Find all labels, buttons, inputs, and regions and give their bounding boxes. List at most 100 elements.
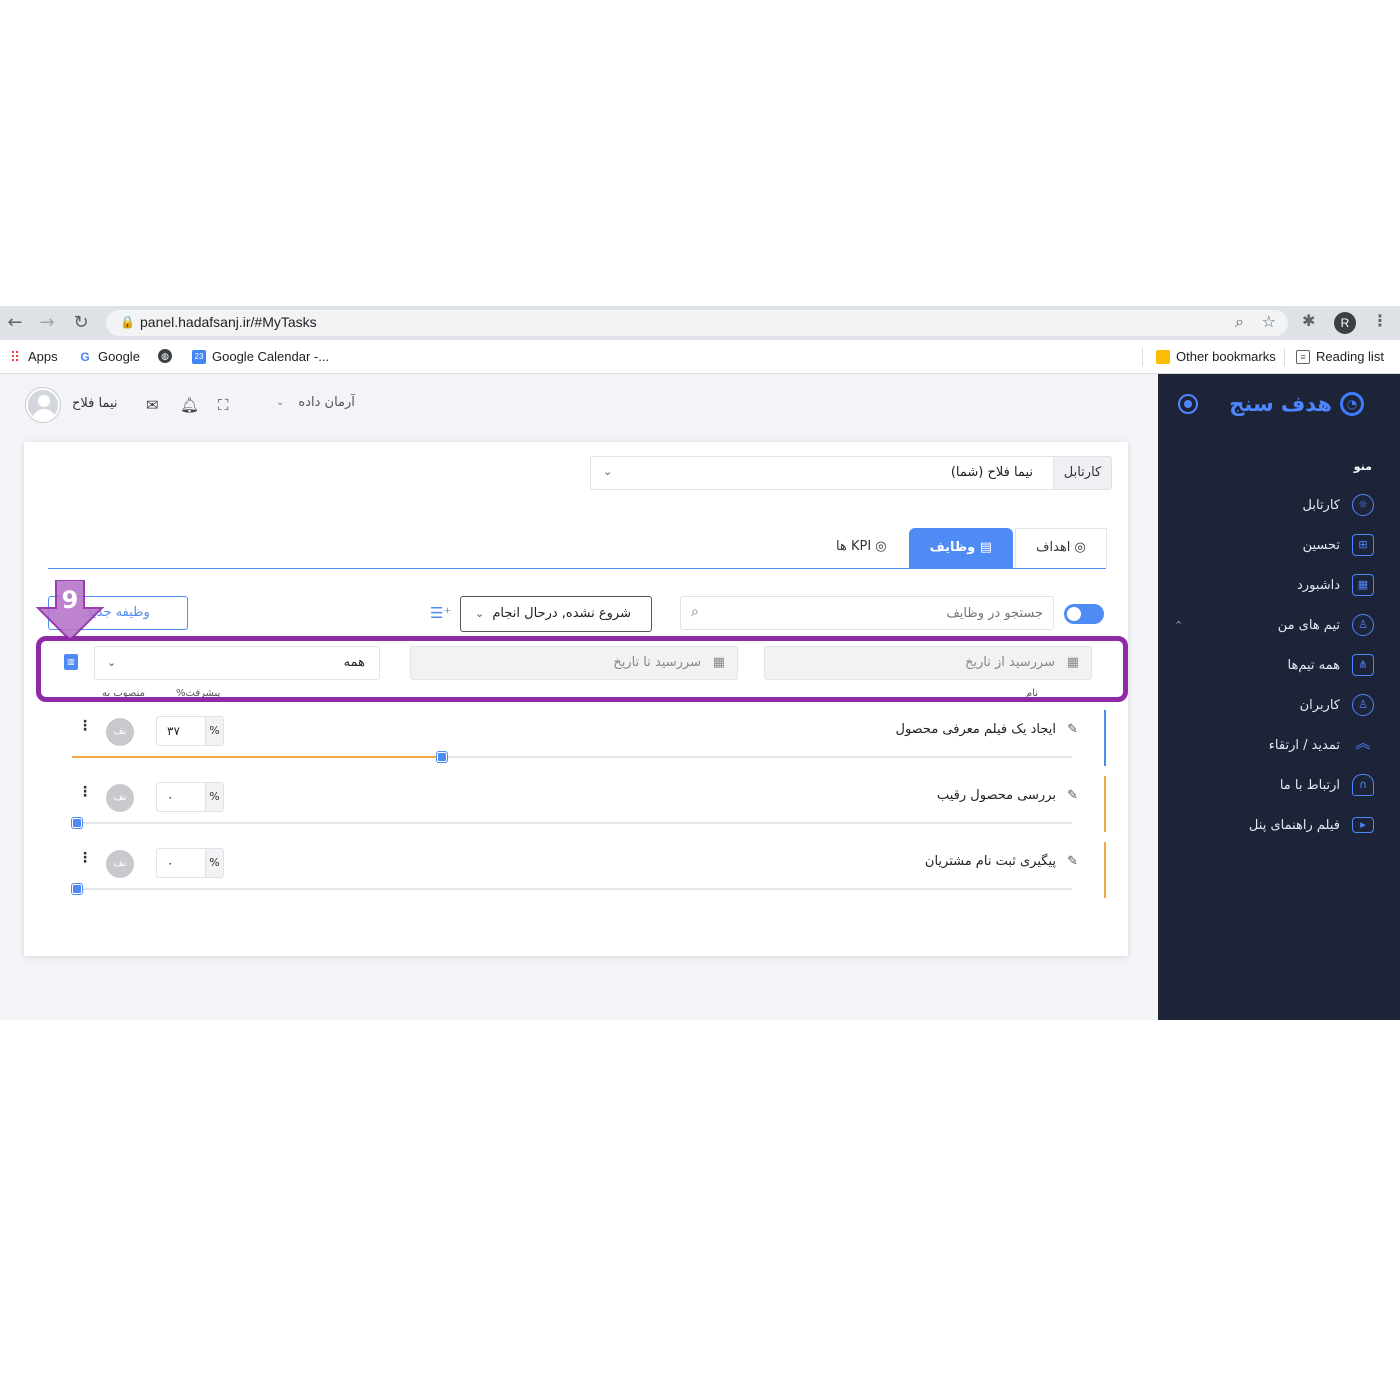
- chevron-up-icon[interactable]: ⌃: [1174, 619, 1183, 632]
- menu-title: منو: [1353, 460, 1372, 473]
- calendar-icon: 23: [192, 349, 206, 364]
- profile-avatar[interactable]: R: [1334, 312, 1356, 334]
- tab-underline: [48, 568, 1106, 569]
- progress-fill: [72, 756, 442, 758]
- task-name[interactable]: پیگیری ثبت نام مشتریان: [925, 854, 1056, 869]
- more-options-icon[interactable]: ⋮: [78, 718, 92, 734]
- google-icon: G: [80, 349, 90, 364]
- user-name[interactable]: نیما فلاح: [72, 396, 118, 411]
- reading-list-icon: ≡: [1296, 349, 1310, 364]
- url-text[interactable]: panel.hadafsanj.ir/#MyTasks: [140, 314, 317, 330]
- lightbulb-icon: ☼: [1352, 494, 1374, 516]
- percent-sign: %: [205, 849, 223, 877]
- progress-track: [72, 818, 1072, 828]
- assignee-avatar[interactable]: نف: [106, 718, 134, 746]
- tabs: ◎ اهداف ▤ وظایف ◎ KPI ها: [814, 528, 1107, 568]
- chevron-down-icon: ⌄: [603, 465, 613, 478]
- address-bar[interactable]: 🔒 panel.hadafsanj.ir/#MyTasks ⌕ ☆: [106, 310, 1288, 336]
- task-row[interactable]: بررسی محصول رقیب ✎ ۰ % نف ⋮: [48, 776, 1106, 832]
- bookmark-google[interactable]: G Google: [78, 349, 140, 364]
- progress-value: ۰: [167, 856, 174, 870]
- view-toggle[interactable]: [1064, 604, 1104, 624]
- tab-kpis[interactable]: ◎ KPI ها: [816, 528, 907, 568]
- sidebar-item-dashboard[interactable]: ▦ داشبورد: [1164, 570, 1374, 600]
- progress-slider-handle[interactable]: [437, 752, 447, 762]
- status-filter-select[interactable]: شروع نشده, درحال انجام ⌄: [460, 596, 652, 632]
- apps-grid-icon: ⠿: [9, 348, 21, 365]
- brand-logo-icon: ◔: [1340, 392, 1364, 416]
- search-input[interactable]: [717, 597, 1043, 629]
- tab-goals[interactable]: ◎ اهداف: [1015, 528, 1107, 568]
- extensions-icon[interactable]: ✱: [1302, 311, 1315, 330]
- users-icon: ♙: [1352, 694, 1374, 716]
- star-icon[interactable]: ☆: [1262, 312, 1276, 331]
- bookmark-separator: [1142, 348, 1143, 366]
- chrome-menu-icon[interactable]: ⋮: [1372, 311, 1388, 330]
- gift-icon: ⊞: [1352, 534, 1374, 556]
- annotation-highlight-box: [36, 636, 1128, 702]
- sidebar-item-my-teams[interactable]: ♙ تیم های من ⌃: [1164, 610, 1374, 640]
- progress-value: ۳۷: [167, 724, 180, 738]
- company-selector[interactable]: آرمان داده ⌄: [276, 395, 355, 410]
- sidebar-item-users[interactable]: ♙ کاربران: [1164, 690, 1374, 720]
- assignee-avatar[interactable]: نف: [106, 850, 134, 878]
- add-filter-icon[interactable]: ☰⁺: [430, 604, 451, 622]
- tab-tasks[interactable]: ▤ وظایف: [908, 528, 1014, 568]
- task-row[interactable]: ایجاد یک فیلم معرفی محصول ✎ ۳۷ % نف ⋮: [48, 710, 1106, 766]
- mail-icon[interactable]: ✉: [146, 396, 159, 414]
- bookmark-google-calendar[interactable]: 23 Google Calendar -...: [192, 349, 329, 364]
- kartabl-label: کارتابل: [1053, 457, 1111, 489]
- forward-arrow-icon[interactable]: →: [34, 310, 60, 336]
- task-row[interactable]: پیگیری ثبت نام مشتریان ✎ ۰ % نف ⋮: [48, 842, 1106, 898]
- sidebar-item-upgrade[interactable]: ︽ تمدید / ارتقاء: [1164, 730, 1374, 760]
- edit-icon[interactable]: ✎: [1067, 722, 1078, 737]
- more-options-icon[interactable]: ⋮: [78, 784, 92, 800]
- progress-slider-handle[interactable]: [72, 818, 82, 828]
- sidebar-item-tutorial-video[interactable]: ▸ فیلم راهنمای پنل: [1164, 810, 1374, 840]
- zoom-icon[interactable]: ⌕: [1235, 312, 1244, 332]
- sidebar-item-contact[interactable]: ∩ ارتباط با ما: [1164, 770, 1374, 800]
- percent-sign: %: [205, 783, 223, 811]
- video-icon: ▸: [1352, 817, 1374, 833]
- kartabl-selector[interactable]: کارتابل نیما فلاح (شما) ⌄: [590, 456, 1112, 490]
- task-name[interactable]: بررسی محصول رقیب: [937, 788, 1056, 803]
- chevron-down-icon: ⌄: [475, 607, 485, 620]
- more-options-icon[interactable]: ⋮: [78, 850, 92, 866]
- chevrons-up-icon: ︽: [1355, 734, 1371, 752]
- headphones-icon: ∩: [1352, 774, 1374, 796]
- bookmark-apps[interactable]: ⠿ Apps: [8, 349, 58, 364]
- edit-icon[interactable]: ✎: [1067, 788, 1078, 803]
- progress-input[interactable]: ۰ %: [156, 782, 224, 812]
- brand[interactable]: ◔ هدف سنج: [1229, 392, 1364, 416]
- brand-name: هدف سنج: [1229, 392, 1332, 416]
- progress-slider-handle[interactable]: [72, 884, 82, 894]
- lock-icon: 🔒: [120, 315, 135, 329]
- reading-list[interactable]: ≡ Reading list: [1296, 349, 1384, 364]
- user-icon: ♙: [1352, 614, 1374, 636]
- fullscreen-icon[interactable]: ⛶: [218, 396, 229, 414]
- bookmark-other[interactable]: Other bookmarks: [1156, 349, 1276, 364]
- annotation-step-number: 9: [61, 586, 79, 614]
- reload-icon[interactable]: ↻: [68, 310, 94, 336]
- bookmark-globe[interactable]: ◍: [158, 349, 172, 363]
- task-name[interactable]: ایجاد یک فیلم معرفی محصول: [896, 722, 1057, 737]
- screenshot: ← → ↻ 🔒 panel.hadafsanj.ir/#MyTasks ⌕ ☆ …: [0, 306, 1400, 1020]
- progress-value: ۰: [167, 790, 174, 804]
- progress-input[interactable]: ۰ %: [156, 848, 224, 878]
- edit-icon[interactable]: ✎: [1067, 854, 1078, 869]
- task-accent-bar: [1104, 842, 1106, 898]
- task-accent-bar: [1104, 710, 1106, 766]
- assignee-avatar[interactable]: نف: [106, 784, 134, 812]
- sidebar-item-tahsin[interactable]: ⊞ تحسین: [1164, 530, 1374, 560]
- target-icon[interactable]: [1178, 394, 1198, 414]
- progress-input[interactable]: ۳۷ %: [156, 716, 224, 746]
- bell-icon[interactable]: 🔔︎: [180, 396, 199, 414]
- user-avatar[interactable]: [26, 388, 60, 422]
- task-search: ⌕: [680, 596, 1054, 630]
- back-arrow-icon[interactable]: ←: [2, 310, 28, 336]
- progress-track: [72, 884, 1072, 894]
- globe-icon: ◍: [158, 349, 172, 363]
- sidebar-item-kartabl[interactable]: ☼ کارتابل: [1164, 490, 1374, 520]
- bookmark-separator: [1284, 348, 1285, 366]
- sidebar-item-all-teams[interactable]: ⋔ همه تیم‌ها: [1164, 650, 1374, 680]
